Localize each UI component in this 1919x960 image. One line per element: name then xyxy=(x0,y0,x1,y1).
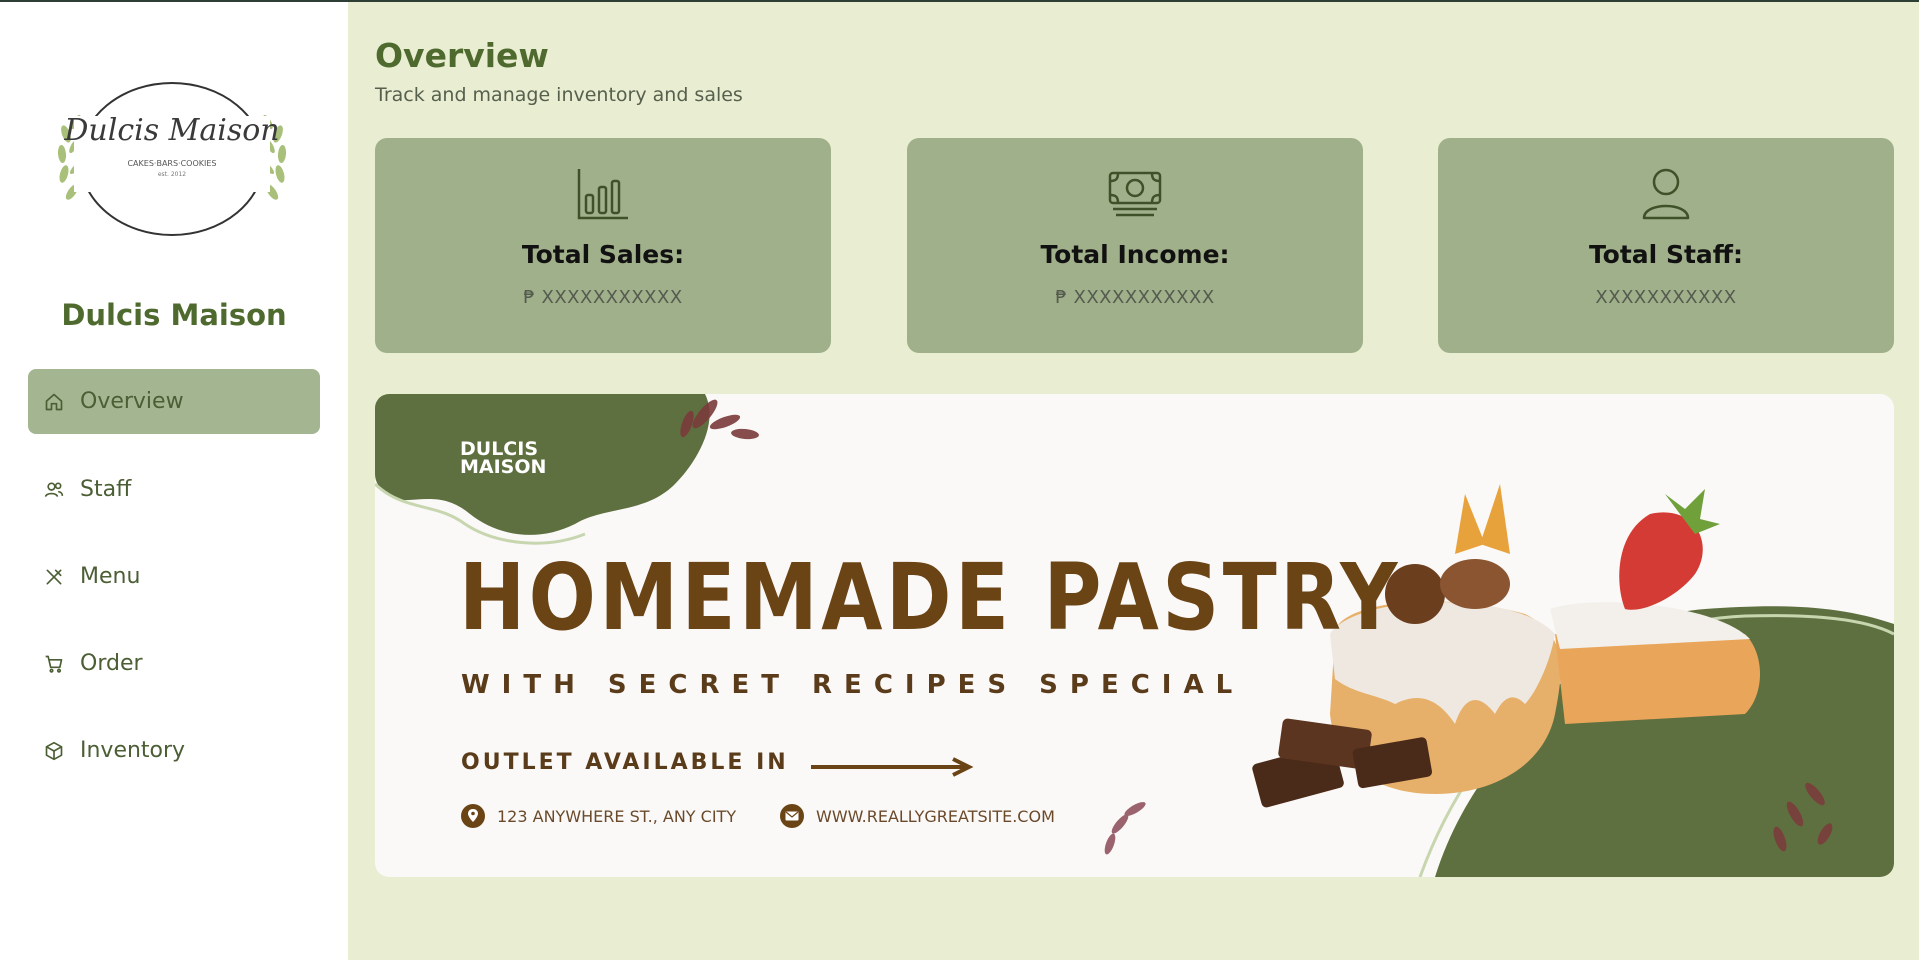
page-subtitle: Track and manage inventory and sales xyxy=(375,84,743,106)
total-sales-card: Total Sales: ₱ XXXXXXXXXXX xyxy=(375,138,831,353)
cart-icon xyxy=(44,653,66,675)
box-icon xyxy=(44,740,66,762)
banner-headline: HOMEMADE PASTRY xyxy=(459,544,1401,651)
page-title: Overview xyxy=(375,36,549,75)
users-icon xyxy=(44,479,66,501)
total-staff-card: Total Staff: XXXXXXXXXXX xyxy=(1438,138,1894,353)
brand-logo: Dulcis Maison CAKES·BARS·COOKIES est. 20… xyxy=(52,74,292,244)
address-text: 123 ANYWHERE ST., ANY CITY xyxy=(497,806,737,826)
banner-website: WWW.REALLYGREATSITE.COM xyxy=(780,804,1055,828)
sidebar-item-label: Inventory xyxy=(80,738,186,763)
svg-text:Dulcis Maison: Dulcis Maison xyxy=(63,113,279,148)
sidebar-item-label: Staff xyxy=(80,477,132,502)
sidebar-item-label: Order xyxy=(80,651,143,676)
svg-text:CAKES·BARS·COOKIES: CAKES·BARS·COOKIES xyxy=(127,159,216,168)
banner-address: 123 ANYWHERE ST., ANY CITY xyxy=(461,804,736,828)
sidebar-item-order[interactable]: Order xyxy=(28,631,320,696)
total-income-card: Total Income: ₱ XXXXXXXXXXX xyxy=(907,138,1363,353)
sidebar-item-label: Overview xyxy=(80,389,184,414)
mail-icon xyxy=(780,804,804,828)
banner-outlet-label: OUTLET AVAILABLE IN xyxy=(461,750,789,775)
banner-brand-line2: MAISON xyxy=(460,456,547,478)
svg-text:est. 2012: est. 2012 xyxy=(158,171,186,178)
card-value: ₱ XXXXXXXXXXX xyxy=(1055,287,1215,308)
promo-banner: DULCIS MAISON HOMEMADE PASTRY WITH SECRE… xyxy=(375,394,1894,877)
card-title: Total Income: xyxy=(1040,240,1230,269)
sidebar-item-overview[interactable]: Overview xyxy=(28,369,320,434)
card-value: ₱ XXXXXXXXXXX xyxy=(523,287,683,308)
location-pin-icon xyxy=(461,804,485,828)
card-value: XXXXXXXXXXX xyxy=(1595,287,1737,308)
card-title: Total Staff: xyxy=(1588,240,1744,269)
sidebar-item-staff[interactable]: Staff xyxy=(28,457,320,522)
card-title: Total Sales: xyxy=(521,240,685,269)
website-text: WWW.REALLYGREATSITE.COM xyxy=(816,806,1055,826)
sidebar-item-label: Menu xyxy=(80,564,141,589)
sidebar-item-menu[interactable]: Menu xyxy=(28,544,320,609)
bar-chart-icon xyxy=(576,166,630,222)
sidebar-item-inventory[interactable]: Inventory xyxy=(28,718,320,783)
main-content: Overview Track and manage inventory and … xyxy=(348,2,1919,960)
brand-name: Dulcis Maison xyxy=(61,298,287,332)
user-icon xyxy=(1641,166,1691,222)
sidebar: Dulcis Maison CAKES·BARS·COOKIES est. 20… xyxy=(0,2,348,960)
banner-subheadline: WITH SECRET RECIPES SPECIAL xyxy=(461,670,1245,700)
banner-brand: DULCIS MAISON xyxy=(460,440,547,478)
utensils-icon xyxy=(44,566,66,588)
money-icon xyxy=(1107,166,1163,222)
home-icon xyxy=(44,391,66,413)
